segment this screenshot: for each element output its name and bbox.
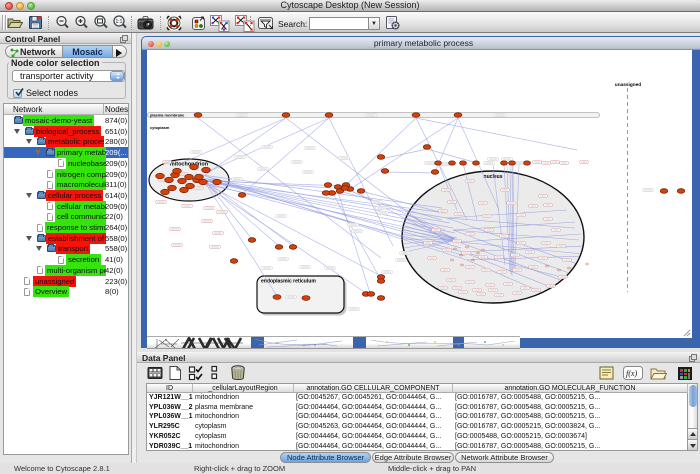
svg-text:mitochondrion: mitochondrion xyxy=(170,162,208,168)
svg-text:plasma membrane: plasma membrane xyxy=(150,113,185,118)
svg-text:cytoplasm: cytoplasm xyxy=(150,125,170,130)
svg-text:unassigned: unassigned xyxy=(615,82,641,88)
svg-text:f(x): f(x) xyxy=(626,369,637,378)
svg-text:1:1: 1:1 xyxy=(116,19,123,25)
svg-text:nucleus: nucleus xyxy=(483,174,502,180)
